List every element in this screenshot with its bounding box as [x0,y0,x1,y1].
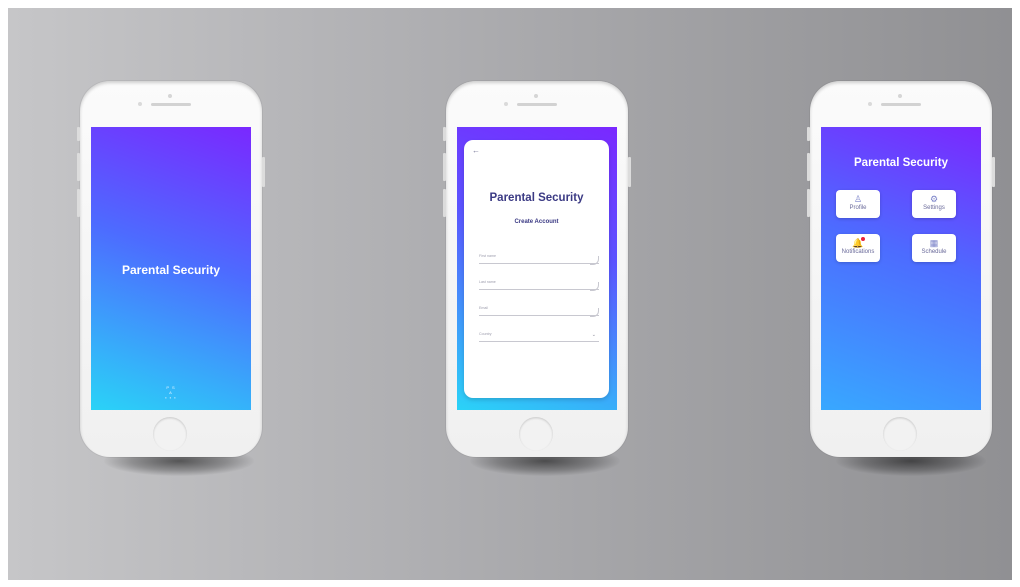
side-button [77,153,80,181]
side-button [807,189,810,217]
chevron-down-icon: ⌄ [591,332,596,338]
field-placeholder: First name [479,254,496,258]
sensor [138,102,142,106]
form-heading: Create Account [514,219,559,225]
camera [168,94,172,98]
tile-label: Settings [923,205,945,211]
phone-dashboard: Parental Security ♙ Profile ⚙ Settings 🔔… [807,81,995,457]
field-corner [590,256,599,265]
side-button [77,127,80,141]
home-button[interactable] [153,417,187,451]
arrow-left-icon[interactable]: ← [472,146,480,155]
notification-badge [861,237,865,241]
side-button [443,153,446,181]
schedule-tile[interactable]: ▦ Schedule [912,234,956,262]
country-select[interactable]: Country ⌄ [479,332,599,342]
field-placeholder: Email [479,306,488,310]
tile-label: Profile [849,205,867,211]
mockup-background: Parental Security P S A ▪ ▪ ▪ ← Parental… [8,8,1012,580]
side-button [992,157,995,187]
camera [534,94,538,98]
sensor [504,102,508,106]
speaker [151,103,191,106]
notifications-tile[interactable]: 🔔 Notifications [836,234,880,262]
user-icon: ♙ [853,194,863,204]
tile-label: Notifications [841,249,875,255]
profile-tile[interactable]: ♙ Profile [836,190,880,218]
brand-logo: P S A ▪ ▪ ▪ [165,385,177,400]
first-name-field[interactable]: First name [479,254,599,265]
side-button [628,157,631,187]
create-account-screen: ← Parental Security Create Account First… [457,127,617,410]
side-button [77,189,80,217]
speaker [517,103,557,106]
side-button [262,157,265,187]
field-corner [590,308,599,317]
email-field[interactable]: Email [479,306,599,317]
splash-screen: Parental Security P S A ▪ ▪ ▪ [91,127,251,410]
side-button [807,153,810,181]
camera [898,94,902,98]
gear-icon: ⚙ [929,194,939,204]
settings-tile[interactable]: ⚙ Settings [912,190,956,218]
form-card: ← Parental Security Create Account First… [464,140,609,398]
last-name-field[interactable]: Last name [479,280,599,291]
logo-line: P S A [166,385,176,395]
field-placeholder: Country [479,332,492,336]
sensor [868,102,872,106]
home-button[interactable] [883,417,917,451]
app-title: Parental Security [489,192,584,204]
app-title: Parental Security [854,157,948,169]
home-button[interactable] [519,417,553,451]
side-button [443,189,446,217]
calendar-icon: ▦ [929,238,939,248]
logo-line: ▪ ▪ ▪ [165,395,177,400]
field-placeholder: Last name [479,280,496,284]
speaker [881,103,921,106]
bell-icon: 🔔 [852,238,864,248]
side-button [807,127,810,141]
app-title: Parental Security [121,263,221,277]
field-corner [590,282,599,291]
side-button [443,127,446,141]
phone-create-account: ← Parental Security Create Account First… [443,81,631,457]
tile-label: Schedule [921,249,947,255]
phone-splash: Parental Security P S A ▪ ▪ ▪ [77,81,265,457]
dashboard-screen: Parental Security ♙ Profile ⚙ Settings 🔔… [821,127,981,410]
